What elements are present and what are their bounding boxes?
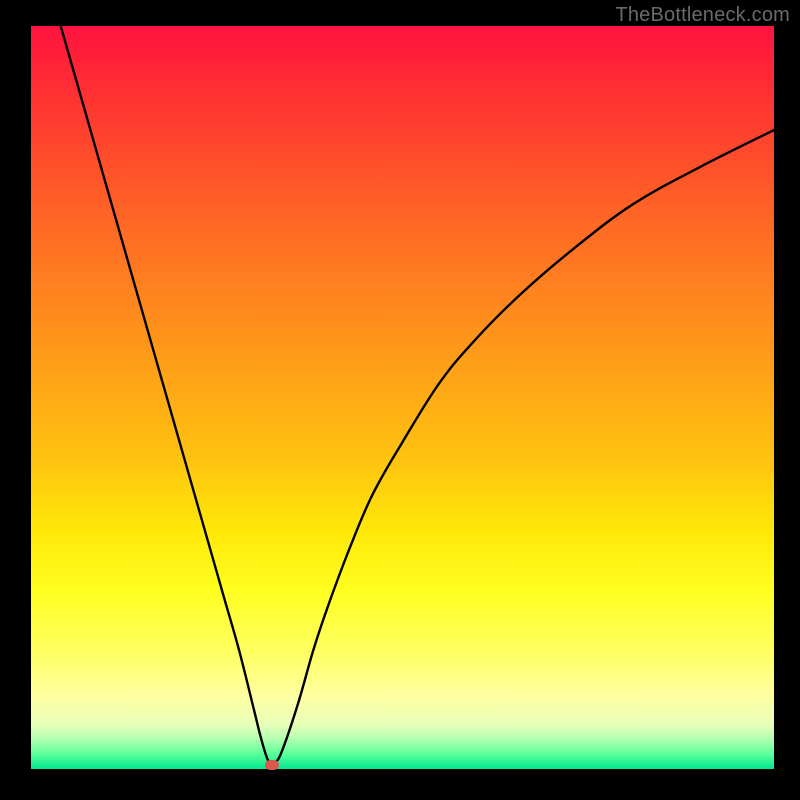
- chart-frame: TheBottleneck.com: [0, 0, 800, 800]
- bottleneck-curve: [31, 26, 774, 769]
- watermark-text: TheBottleneck.com: [615, 4, 790, 27]
- optimal-marker: [265, 760, 279, 770]
- plot-area: [31, 26, 774, 769]
